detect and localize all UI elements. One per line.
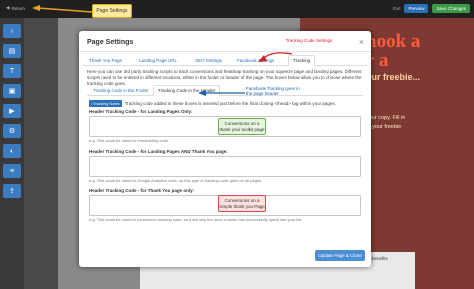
page-settings-arrowhead (32, 5, 40, 11)
page-settings-arrow (37, 7, 93, 13)
thank-you-toolkit-callout: Conversions on a thank you/ toolkit page (218, 118, 266, 135)
page-settings-callout: Page Settings (92, 4, 132, 18)
tracking-code-settings-callout: Tracking Code Settings (285, 38, 333, 43)
facebook-tracking-callout: Facebook Tracking goes in the page heade… (246, 86, 300, 96)
tracking-arrow (261, 52, 293, 61)
facebook-arrowhead (198, 90, 206, 96)
simple-thank-you-callout: Conversions on a simple thank you Page (218, 195, 266, 212)
annotation-arrows (32, 5, 293, 96)
